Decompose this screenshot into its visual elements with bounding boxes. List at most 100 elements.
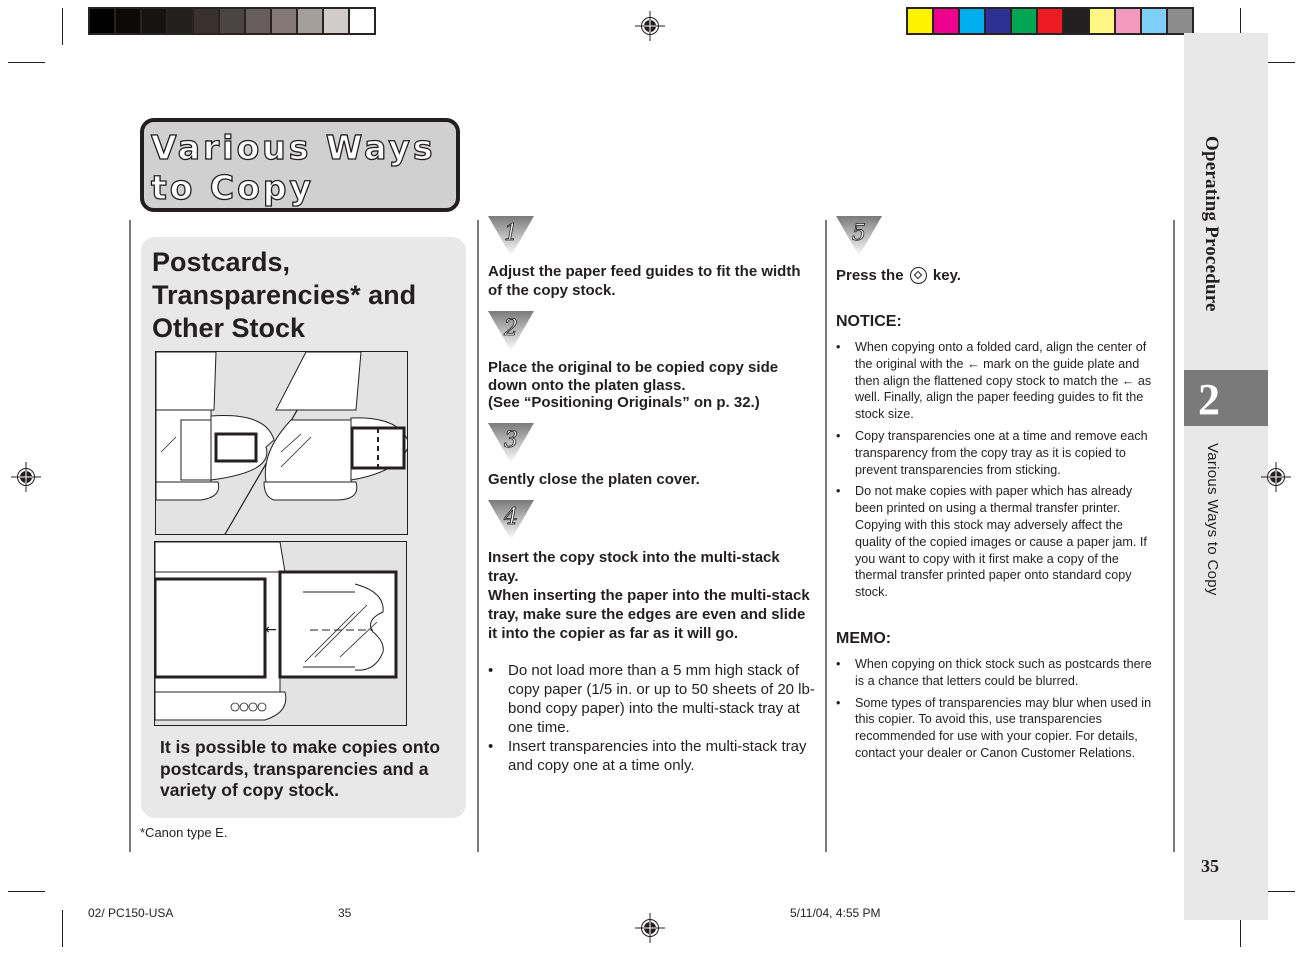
topic-title: Postcards, Transparencies* and Other Sto… bbox=[152, 246, 452, 345]
registration-mark-icon bbox=[635, 913, 665, 943]
chapter-side-tab bbox=[1184, 33, 1268, 920]
color-swatch bbox=[1168, 9, 1192, 33]
step-1-text: Adjust the paper feed guides to fit the … bbox=[488, 263, 801, 299]
color-swatch bbox=[1116, 9, 1140, 33]
topic-title-line: Other Stock bbox=[152, 313, 306, 343]
step-4-line: Insert the copy stock into the multi-sta… bbox=[488, 549, 780, 585]
footer-timestamp: 5/11/04, 4:55 PM bbox=[790, 906, 881, 920]
grayscale-calibration-bar bbox=[88, 7, 376, 35]
list-item: • When copying on thick stock such as pos… bbox=[836, 656, 1154, 690]
color-swatch bbox=[194, 9, 218, 33]
step-1-marker-icon: 1 bbox=[488, 216, 534, 256]
step-2-text: Place the original to be copied copy sid… bbox=[488, 359, 818, 412]
crop-mark bbox=[62, 8, 63, 45]
chapter-number: 2 bbox=[1198, 375, 1220, 424]
step-number: 1 bbox=[504, 221, 518, 246]
step-2-reference: (See “Positioning Originals” on p. 32.) bbox=[488, 394, 760, 411]
copier-drawing-icon bbox=[156, 352, 407, 534]
chapter-title: Various Ways to Copy bbox=[1204, 443, 1221, 596]
color-swatch bbox=[1142, 9, 1166, 33]
color-swatch bbox=[1090, 9, 1114, 33]
color-swatch bbox=[986, 9, 1010, 33]
bullet-icon: • bbox=[836, 340, 841, 354]
notice-list: • When copying onto a folded card, align … bbox=[836, 339, 1154, 606]
step-2-line: Place the original to be copied copy sid… bbox=[488, 359, 779, 394]
bullet-icon: • bbox=[836, 657, 841, 671]
color-swatch bbox=[350, 9, 374, 33]
list-item: • When copying onto a folded card, align … bbox=[836, 339, 1154, 423]
list-item-text: Do not load more than a 5 mm high stack … bbox=[508, 662, 815, 736]
color-swatch bbox=[168, 9, 192, 33]
list-item-text: When copying onto a folded card, align t… bbox=[855, 340, 1152, 422]
copier-drawing-icon: ← bbox=[155, 542, 398, 721]
step-3-text: Gently close the platen cover. bbox=[488, 471, 700, 488]
bullet-icon: • bbox=[836, 695, 841, 710]
chapter-banner-title: Various Ways to Copy bbox=[150, 127, 436, 208]
step-3-marker-icon: 3 bbox=[488, 423, 534, 463]
page-number: 35 bbox=[1201, 856, 1219, 876]
column-divider bbox=[477, 220, 479, 852]
step-number: 4 bbox=[503, 505, 518, 530]
color-swatch bbox=[298, 9, 322, 33]
color-swatch bbox=[142, 9, 166, 33]
list-item: • Copy transparencies one at a time and r… bbox=[836, 428, 1154, 478]
section-title: Operating Procedure bbox=[1201, 136, 1222, 312]
chapter-number-box bbox=[1184, 370, 1268, 426]
step-4-marker-icon: 4 bbox=[488, 500, 534, 540]
footer-page-number: 35 bbox=[338, 906, 352, 920]
topic-description: It is possible to make copies onto postc… bbox=[160, 737, 441, 800]
list-item: • Some types of transparencies may blur w… bbox=[836, 695, 1154, 762]
color-swatch bbox=[246, 9, 270, 33]
column-divider bbox=[825, 220, 827, 852]
list-item-text: Do not make copies with paper which has … bbox=[855, 484, 1147, 600]
step-number: 2 bbox=[503, 316, 518, 341]
color-swatch bbox=[1038, 9, 1062, 33]
memo-list: • When copying on thick stock such as pos… bbox=[836, 656, 1154, 767]
notice-heading: NOTICE: bbox=[836, 313, 902, 330]
topic-title-line: Postcards, bbox=[152, 247, 291, 277]
svg-text:←: ← bbox=[265, 622, 277, 638]
color-swatch bbox=[116, 9, 140, 33]
crop-mark bbox=[8, 62, 45, 63]
color-swatch bbox=[220, 9, 244, 33]
crop-mark bbox=[8, 891, 45, 892]
copier-transparency-illustration: ← bbox=[154, 541, 407, 726]
step-5-text: Press the key. bbox=[836, 267, 1156, 286]
list-item: • Do not make copies with paper which has… bbox=[836, 483, 1154, 601]
color-swatch bbox=[960, 9, 984, 33]
list-item: • Insert transparencies into the multi-st… bbox=[488, 737, 818, 775]
color-calibration-bar bbox=[906, 7, 1194, 35]
color-swatch bbox=[272, 9, 296, 33]
list-item: • Do not load more than a 5 mm high stack… bbox=[488, 661, 818, 737]
bullet-icon: • bbox=[488, 738, 494, 755]
list-item-text: Some types of transparencies may blur wh… bbox=[855, 695, 1152, 760]
bullet-icon: • bbox=[836, 428, 841, 443]
step-4-line: When inserting the paper into the multi-… bbox=[488, 587, 810, 642]
step-5-text-before: Press the bbox=[836, 267, 904, 284]
column-divider bbox=[1173, 220, 1175, 852]
footer-file-name: 02/ PC150-USA bbox=[88, 906, 174, 920]
footnote: *Canon type E. bbox=[140, 825, 228, 840]
color-swatch bbox=[1064, 9, 1088, 33]
registration-mark-icon bbox=[635, 11, 665, 41]
step-number: 3 bbox=[504, 428, 518, 453]
step-number: 5 bbox=[852, 221, 866, 246]
step-5-marker-icon: 5 bbox=[836, 216, 882, 256]
step-4-text: Insert the copy stock into the multi-sta… bbox=[488, 548, 813, 643]
color-swatch bbox=[934, 9, 958, 33]
banner-line-2: to Copy bbox=[150, 167, 314, 207]
color-swatch bbox=[908, 9, 932, 33]
color-swatch bbox=[324, 9, 348, 33]
column-divider bbox=[129, 220, 131, 852]
bullet-icon: • bbox=[488, 662, 494, 679]
start-key-icon bbox=[909, 267, 927, 284]
step-5-text-after: key. bbox=[932, 267, 961, 284]
banner-line-1: Various Ways bbox=[150, 127, 436, 167]
list-item-text: Insert transparencies into the multi-sta… bbox=[508, 738, 807, 774]
crop-mark bbox=[62, 910, 63, 947]
list-item-text: When copying on thick stock such as post… bbox=[855, 657, 1152, 688]
registration-mark-icon bbox=[1261, 462, 1291, 492]
list-item-text: Copy transparencies one at a time and re… bbox=[855, 428, 1148, 477]
copier-postcard-illustration bbox=[155, 351, 408, 535]
registration-mark-icon bbox=[11, 462, 41, 492]
